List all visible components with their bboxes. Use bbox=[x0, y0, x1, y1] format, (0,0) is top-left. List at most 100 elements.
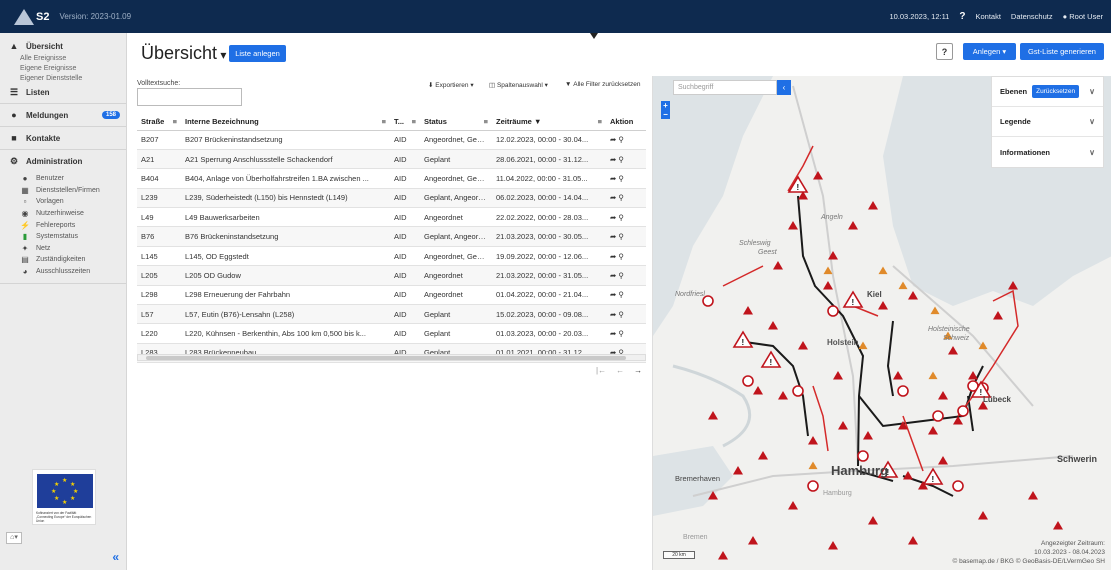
fulltext-search-input[interactable] bbox=[137, 88, 242, 106]
info-panel-header[interactable]: Informationen ∨ bbox=[992, 137, 1103, 167]
reset-filters-button[interactable]: ▼ Alle Filter zurücksetzen bbox=[565, 81, 640, 88]
create-dropdown-button[interactable]: Anlegen ▾ bbox=[963, 43, 1016, 60]
zoom-out-button[interactable]: − bbox=[661, 110, 670, 119]
create-list-button[interactable]: Liste anlegen bbox=[229, 45, 286, 62]
event-point-icon[interactable] bbox=[742, 375, 754, 387]
table-row[interactable]: L220 L220, Kühnsen - Berkenthin, Abs 100 … bbox=[137, 323, 646, 344]
reset-layers-button[interactable]: Zurücksetzen bbox=[1032, 85, 1080, 98]
help-link[interactable]: ? bbox=[959, 11, 965, 22]
sidebar-item-administration[interactable]: ⚙ Administration bbox=[0, 153, 126, 169]
sidebar-item-lists[interactable]: ☰ Listen bbox=[0, 84, 126, 100]
zoom-to-icon[interactable]: ⚲ bbox=[618, 232, 624, 241]
column-header-status[interactable]: Status ≡ bbox=[420, 113, 492, 131]
cell-type: AID bbox=[390, 168, 420, 189]
event-point-icon[interactable] bbox=[897, 385, 909, 397]
column-header-street[interactable]: Straße ≡ bbox=[137, 113, 181, 131]
table-horizontal-scrollbar[interactable] bbox=[137, 354, 646, 361]
share-arrow-icon[interactable]: ➦ bbox=[610, 232, 616, 241]
table-row[interactable]: A21 A21 Sperrung Anschlussstelle Schacken… bbox=[137, 149, 646, 170]
admin-item-exclusion-times[interactable]: ◕ Ausschlusszeiten bbox=[0, 266, 126, 278]
prev-page-icon[interactable]: ← bbox=[616, 366, 624, 375]
zoom-to-icon[interactable]: ⚲ bbox=[618, 310, 624, 319]
cell-internal-name: L239, Süderheistedt (L150) bis Hennstedt… bbox=[181, 188, 390, 209]
event-point-icon[interactable] bbox=[957, 405, 969, 417]
share-arrow-icon[interactable]: ➦ bbox=[610, 193, 616, 202]
zoom-to-icon[interactable]: ⚲ bbox=[618, 193, 624, 202]
share-arrow-icon[interactable]: ➦ bbox=[610, 213, 616, 222]
zoom-in-button[interactable]: + bbox=[661, 101, 670, 110]
layers-panel-header[interactable]: Ebenen Zurücksetzen ∨ bbox=[992, 77, 1103, 107]
event-point-icon[interactable] bbox=[952, 480, 964, 492]
table-row[interactable]: L298 L298 Erneuerung der Fahrbahn AID Angeo… bbox=[137, 285, 646, 306]
collapse-sidebar-icon[interactable]: « bbox=[112, 550, 119, 564]
column-header-type[interactable]: T... ≡ bbox=[390, 113, 420, 131]
sidebar-item-contacts[interactable]: ■ Kontakte bbox=[0, 130, 126, 146]
table-row[interactable]: L57 L57, Eutin (B76)-Lensahn (L258) AID Gep… bbox=[137, 304, 646, 325]
zoom-to-icon[interactable]: ⚲ bbox=[618, 271, 624, 280]
export-button[interactable]: ⬇ Exportieren ▾ bbox=[428, 81, 474, 90]
admin-item-users[interactable]: ● Benutzer bbox=[0, 173, 126, 185]
cell-period: 28.06.2021, 00:00 - 31.12... bbox=[492, 149, 606, 170]
zoom-to-icon[interactable]: ⚲ bbox=[618, 155, 624, 164]
share-arrow-icon[interactable]: ➦ bbox=[610, 290, 616, 299]
share-arrow-icon[interactable]: ➦ bbox=[610, 329, 616, 338]
sidebar-item-messages[interactable]: ● Meldungen 158 bbox=[0, 107, 126, 123]
column-header-periods[interactable]: Zeiträume ▼ ≡ bbox=[492, 113, 606, 131]
sidebar-subitem-all-events[interactable]: Alle Ereignisse bbox=[0, 54, 126, 64]
admin-item-network[interactable]: ✦ Netz bbox=[0, 243, 126, 255]
scrollbar-thumb[interactable] bbox=[146, 356, 626, 360]
home-dropdown-button[interactable]: ⌂▾ bbox=[6, 532, 22, 544]
admin-item-system-status[interactable]: ▮ Systemstatus bbox=[0, 231, 126, 243]
table-row[interactable]: B76 B76 Brückeninstandsetzung AID Geplant, … bbox=[137, 226, 646, 247]
legend-panel-header[interactable]: Legende ∨ bbox=[992, 107, 1103, 137]
share-arrow-icon[interactable]: ➦ bbox=[610, 271, 616, 280]
page-title[interactable]: Übersicht ▾ bbox=[141, 43, 226, 64]
share-arrow-icon[interactable]: ➦ bbox=[610, 310, 616, 319]
map-search-input[interactable]: Suchbegriff bbox=[673, 80, 777, 95]
privacy-link[interactable]: Datenschutz bbox=[1011, 12, 1053, 21]
user-menu[interactable]: ● Root User bbox=[1063, 12, 1103, 21]
help-button[interactable]: ? bbox=[936, 43, 953, 60]
event-point-icon[interactable] bbox=[827, 305, 839, 317]
table-row[interactable]: B207 B207 Brückeninstandsetzung AID Angeord… bbox=[137, 130, 646, 150]
zoom-to-icon[interactable]: ⚲ bbox=[618, 290, 624, 299]
sidebar-subitem-own-events[interactable]: Eigene Ereignisse bbox=[0, 64, 126, 74]
app-logo[interactable]: S2 Version: 2023-01.09 bbox=[0, 0, 131, 33]
table-row[interactable]: L145 L145, OD Eggstedt AID Angeordnet, Gepl… bbox=[137, 246, 646, 267]
zoom-to-icon[interactable]: ⚲ bbox=[618, 252, 624, 261]
table-row[interactable]: B404 B404, Anlage von Überholfahrstreifen… bbox=[137, 168, 646, 189]
share-arrow-icon[interactable]: ➦ bbox=[610, 252, 616, 261]
map-search-collapse-icon[interactable]: ‹ bbox=[777, 80, 791, 95]
share-arrow-icon[interactable]: ➦ bbox=[610, 155, 616, 164]
admin-item-offices[interactable]: ▦ Dienststellen/Firmen bbox=[0, 185, 126, 197]
next-page-icon[interactable]: → bbox=[634, 366, 642, 375]
table-row[interactable]: L205 L205 OD Gudow AID Angeordnet 21.03.2022… bbox=[137, 265, 646, 286]
share-arrow-icon[interactable]: ➦ bbox=[610, 174, 616, 183]
sidebar-subitem-own-office[interactable]: Eigener Dienststelle bbox=[0, 74, 126, 84]
admin-item-responsibilities[interactable]: ▤ Zuständigkeiten bbox=[0, 254, 126, 266]
event-point-icon[interactable] bbox=[857, 450, 869, 462]
table-row[interactable]: L239 L239, Süderheistedt (L150) bis Henns… bbox=[137, 188, 646, 209]
event-point-icon[interactable] bbox=[932, 410, 944, 422]
chevron-down-icon[interactable]: ∨ bbox=[1089, 87, 1095, 96]
zoom-to-icon[interactable]: ⚲ bbox=[618, 174, 624, 183]
admin-item-templates[interactable]: ▫ Vorlagen bbox=[0, 196, 126, 208]
zoom-to-icon[interactable]: ⚲ bbox=[618, 329, 624, 338]
cell-status: Angeordnet, Gepl... bbox=[420, 168, 492, 189]
column-header-internal-name[interactable]: Interne Bezeichnung ≡ bbox=[181, 113, 390, 131]
share-arrow-icon[interactable]: ➦ bbox=[610, 135, 616, 144]
admin-item-user-notes[interactable]: ◉ Nutzerhinweise bbox=[0, 208, 126, 220]
zoom-to-icon[interactable]: ⚲ bbox=[618, 135, 624, 144]
event-point-icon[interactable] bbox=[807, 480, 819, 492]
admin-item-error-reports[interactable]: ⚡ Fehlereports bbox=[0, 219, 126, 231]
contact-link[interactable]: Kontakt bbox=[975, 12, 1000, 21]
event-point-icon[interactable] bbox=[792, 385, 804, 397]
chevron-down-icon[interactable]: ∨ bbox=[1089, 148, 1095, 157]
chevron-down-icon[interactable]: ∨ bbox=[1089, 117, 1095, 126]
table-row[interactable]: L49 L49 Bauwerksarbeiten AID Angeordnet 22.0… bbox=[137, 207, 646, 228]
first-page-icon[interactable]: |← bbox=[596, 366, 606, 375]
sidebar-item-overview[interactable]: ▲ Übersicht bbox=[0, 38, 126, 54]
column-select-button[interactable]: ◫ Spaltenauswahl ▾ bbox=[489, 81, 548, 90]
generate-list-button[interactable]: Gst-Liste generieren bbox=[1020, 43, 1104, 60]
zoom-to-icon[interactable]: ⚲ bbox=[618, 213, 624, 222]
